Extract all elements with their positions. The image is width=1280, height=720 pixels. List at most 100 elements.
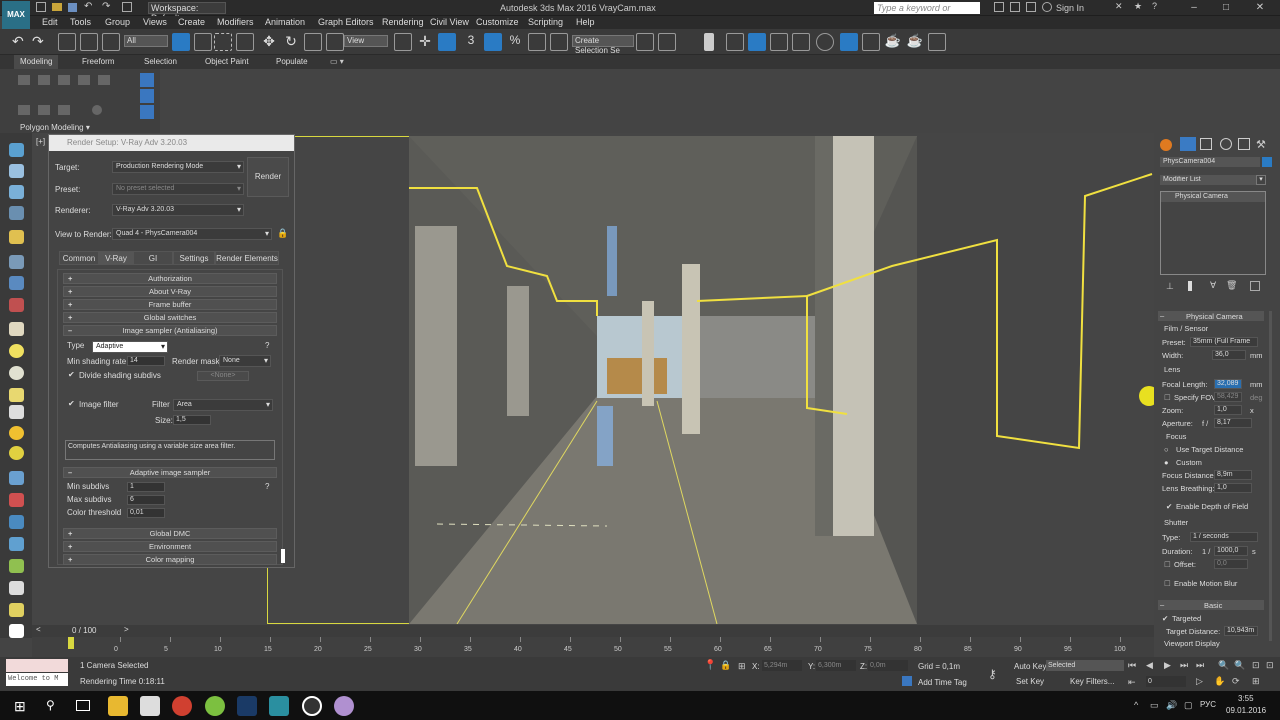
- dialog-title[interactable]: Render Setup: V-Ray Adv 3.20.03: [49, 135, 294, 151]
- pan-icon[interactable]: ✋: [1214, 676, 1225, 687]
- angle-snap-icon[interactable]: [484, 33, 502, 51]
- tray-arrow-icon[interactable]: ^: [1134, 700, 1138, 710]
- move-icon[interactable]: ✥: [260, 33, 278, 51]
- lock-icon[interactable]: 🔒: [277, 228, 288, 240]
- tab-render-elements[interactable]: Render Elements: [215, 251, 279, 265]
- motion-tab-icon[interactable]: [1220, 138, 1232, 150]
- tool-icon[interactable]: [9, 537, 24, 551]
- menu-rendering[interactable]: Rendering: [382, 17, 424, 27]
- tool-icon[interactable]: [9, 344, 24, 358]
- app-icon[interactable]: [334, 696, 354, 716]
- ribbon-tool-icon[interactable]: [38, 75, 50, 85]
- curve-editor-icon[interactable]: [770, 33, 788, 51]
- save-file-icon[interactable]: [68, 3, 77, 12]
- utilities-tab-icon[interactable]: ⚒: [1256, 138, 1268, 151]
- workspace-dropdown[interactable]: Workspace: Default: [148, 2, 226, 23]
- prev-key-icon[interactable]: ◀: [1146, 660, 1153, 671]
- maxscript-mini-listener[interactable]: Welcome to M: [6, 673, 68, 686]
- divide-subdivs-checkbox[interactable]: ✔: [68, 371, 75, 379]
- exchange-icon[interactable]: ✕: [1115, 1, 1123, 12]
- panel-scrollbar[interactable]: [1269, 311, 1272, 641]
- auto-key-button[interactable]: Auto Key: [1014, 662, 1046, 671]
- focus-distance-spinner[interactable]: 8,9m: [1214, 470, 1252, 480]
- project-folder-icon[interactable]: [122, 2, 132, 12]
- color-threshold-spinner[interactable]: 0,01: [127, 508, 165, 518]
- field-of-view-icon[interactable]: ▷: [1196, 676, 1203, 687]
- y-coord-field[interactable]: 6,300m: [816, 660, 856, 671]
- minimize-button[interactable]: –: [1184, 2, 1204, 14]
- polygon-modeling-label[interactable]: Polygon Modeling ▾: [20, 123, 90, 132]
- ribbon-options-icon[interactable]: ▭ ▾: [330, 57, 344, 66]
- time-tag-icon[interactable]: [902, 676, 912, 686]
- notification-icon[interactable]: ▢: [1184, 700, 1193, 711]
- tool-icon[interactable]: [9, 388, 24, 402]
- tool-icon[interactable]: [9, 446, 24, 460]
- mirror-icon[interactable]: [636, 33, 654, 51]
- stack-item[interactable]: Physical Camera: [1161, 192, 1265, 202]
- schematic-view-icon[interactable]: [792, 33, 810, 51]
- volume-icon[interactable]: 🔊: [1166, 700, 1177, 711]
- bind-space-warp-icon[interactable]: [102, 33, 120, 51]
- tool-icon[interactable]: [9, 624, 24, 638]
- display-tab-icon[interactable]: [1238, 138, 1250, 150]
- tab-settings[interactable]: Settings: [173, 251, 215, 265]
- motion-blur-checkbox[interactable]: ☐: [1164, 579, 1171, 588]
- search-icon[interactable]: ⚲: [46, 698, 55, 712]
- ribbon-tool-icon[interactable]: [140, 73, 154, 87]
- filter-dropdown[interactable]: Area: [173, 399, 273, 411]
- ribbon-tool-icon[interactable]: [92, 105, 102, 115]
- film-preset-dropdown[interactable]: 35mm (Full Frame: [1190, 337, 1258, 347]
- hierarchy-tab-icon[interactable]: [1200, 138, 1212, 150]
- unlink-icon[interactable]: [80, 33, 98, 51]
- min-shading-spinner[interactable]: 14: [127, 356, 165, 366]
- target-distance-spinner[interactable]: 10,943m: [1224, 626, 1258, 636]
- key-mode-dropdown[interactable]: Selected: [1046, 660, 1124, 671]
- dialog-scrollbar[interactable]: [281, 549, 285, 563]
- zoom-extents-all-icon[interactable]: ⊡: [1266, 660, 1274, 671]
- app-logo[interactable]: MAX: [2, 1, 30, 29]
- width-spinner[interactable]: 36,0: [1212, 350, 1246, 360]
- file-explorer-icon[interactable]: [108, 696, 128, 716]
- orbit-icon[interactable]: ⟳: [1232, 676, 1240, 687]
- make-unique-icon[interactable]: ∀: [1210, 280, 1216, 291]
- track-bar[interactable]: 0 5 10 15 20 25 30 35 40 45 50 55 60 65 70 75 80 85 90 95 10…: [32, 637, 1154, 657]
- absolute-mode-icon[interactable]: ⊞: [738, 661, 746, 672]
- rollout-adaptive-sampler[interactable]: – Adaptive image sampler: [63, 467, 277, 478]
- scene-explorer-icon[interactable]: [748, 33, 766, 51]
- network-icon[interactable]: ▭: [1150, 700, 1159, 711]
- rollout-environment[interactable]: + Environment: [63, 541, 277, 552]
- pivot-center-icon[interactable]: [394, 33, 412, 51]
- redo-icon[interactable]: ↷: [32, 33, 50, 51]
- prev-frame-icon[interactable]: <: [36, 625, 41, 634]
- tool-icon[interactable]: [9, 405, 24, 419]
- sign-in-link[interactable]: Sign In: [1056, 3, 1084, 13]
- maximize-viewport-icon[interactable]: ⊞: [1252, 676, 1260, 687]
- preset-dropdown[interactable]: No preset selected: [112, 183, 244, 195]
- tool-icon[interactable]: [9, 581, 24, 595]
- remove-modifier-icon[interactable]: 🗑: [1226, 280, 1237, 291]
- new-file-icon[interactable]: [36, 2, 46, 12]
- lock-selection-icon[interactable]: 🔒: [720, 660, 731, 671]
- target-dropdown[interactable]: Production Rendering Mode: [112, 161, 244, 173]
- tab-selection[interactable]: Selection: [144, 57, 177, 66]
- next-frame-icon[interactable]: >: [124, 625, 129, 634]
- spinner-snap-icon[interactable]: [528, 33, 546, 51]
- tool-icon[interactable]: [9, 493, 24, 507]
- render-production-icon[interactable]: ☕: [884, 33, 902, 51]
- tab-populate[interactable]: Populate: [276, 57, 308, 66]
- tab-freeform[interactable]: Freeform: [82, 57, 114, 66]
- key-mode-toggle-icon[interactable]: ⇤: [1128, 677, 1136, 688]
- rollout-color-mapping[interactable]: + Color mapping: [63, 554, 277, 565]
- use-target-radio[interactable]: ○: [1164, 445, 1169, 454]
- key-filters-button[interactable]: Key Filters...: [1070, 677, 1114, 686]
- select-object-icon[interactable]: [172, 33, 190, 51]
- ribbon-tool-icon[interactable]: [58, 105, 70, 115]
- chevron-down-icon[interactable]: ▾: [1256, 175, 1266, 185]
- next-key-icon[interactable]: ⏭: [1180, 660, 1188, 671]
- enable-dof-checkbox[interactable]: ✔: [1166, 502, 1172, 511]
- shutter-type-dropdown[interactable]: 1 / seconds: [1190, 532, 1258, 542]
- obs-icon[interactable]: [302, 696, 322, 716]
- menu-views[interactable]: Views: [143, 17, 167, 27]
- scale-icon[interactable]: [304, 33, 322, 51]
- menu-modifiers[interactable]: Modifiers: [217, 17, 254, 27]
